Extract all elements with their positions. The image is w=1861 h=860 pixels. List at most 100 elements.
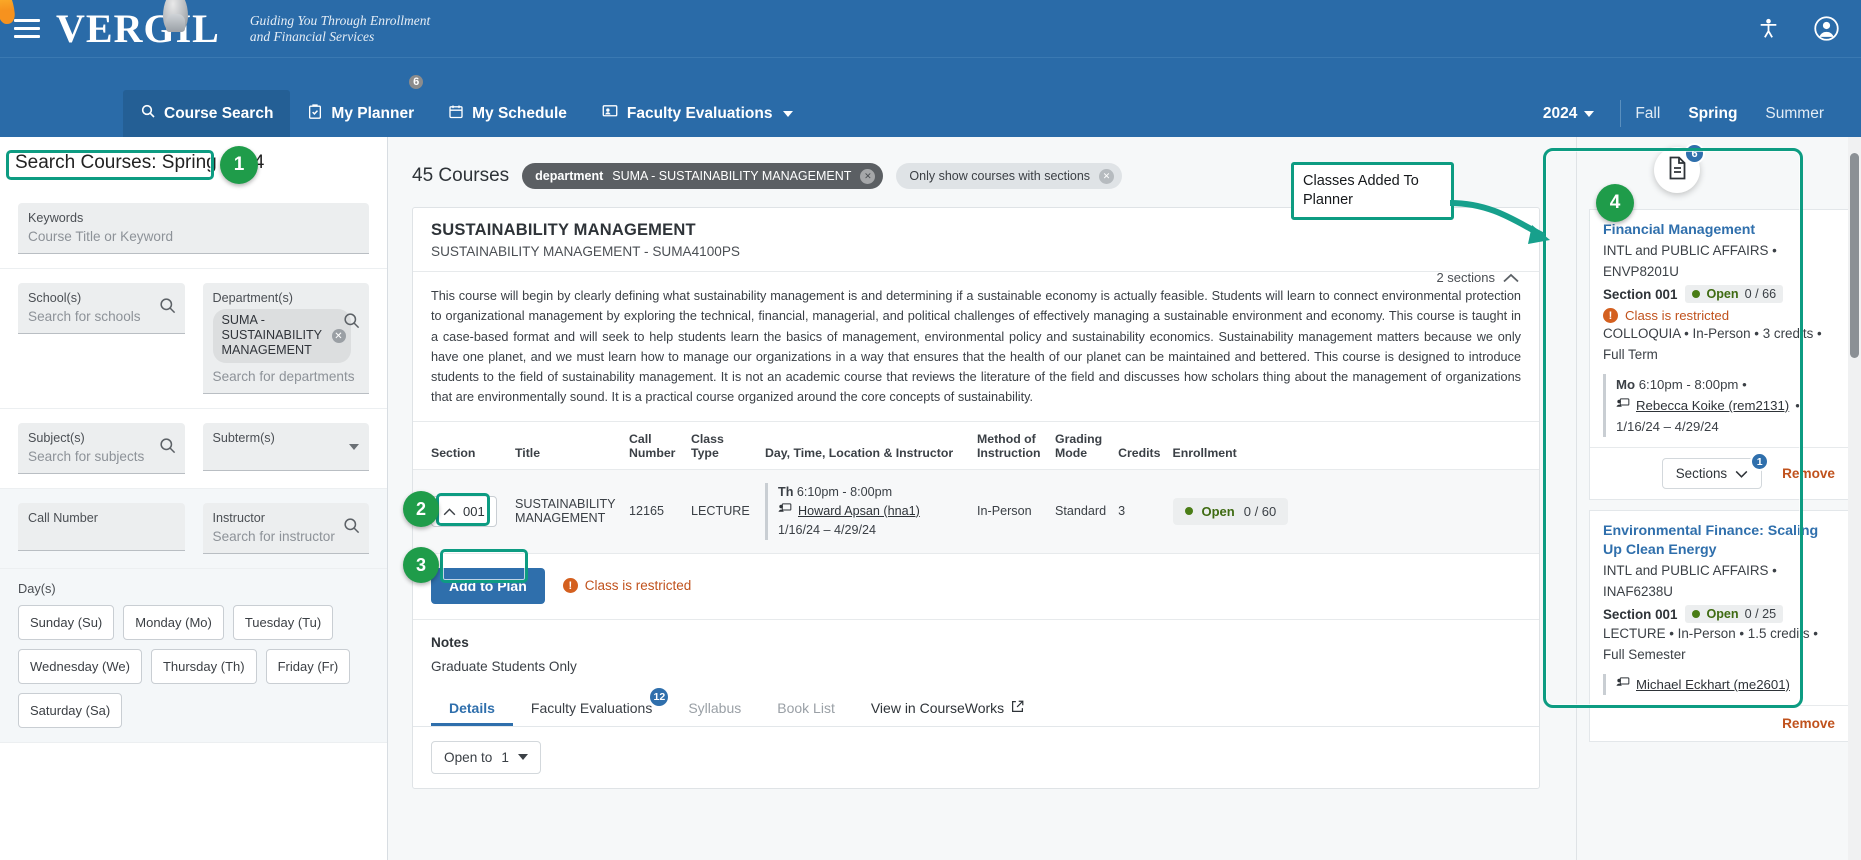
filter-panel: Keywords Course Title or Keyword School(… bbox=[0, 189, 387, 743]
tab-details[interactable]: Details bbox=[431, 692, 513, 726]
enrollment-count: 0 / 60 bbox=[1243, 503, 1277, 519]
term-fall[interactable]: Fall bbox=[1621, 105, 1674, 123]
planner-section-row: Section 001 Open 0 / 25 bbox=[1603, 605, 1835, 623]
clipboard-check-icon bbox=[307, 103, 323, 125]
user-account-icon[interactable] bbox=[1811, 14, 1841, 44]
results-header: 45 Courses department SUMA - SUSTAINABIL… bbox=[412, 159, 1540, 193]
nav-item-course-search[interactable]: Course Search bbox=[123, 90, 291, 137]
department-chip[interactable]: SUMA - SUSTAINABILITY MANAGEMENT ✕ bbox=[212, 309, 351, 363]
planner-course-attributes: LECTURE • In-Person • 1.5 credits • bbox=[1603, 626, 1818, 641]
planner-course-title[interactable]: Environmental Finance: Scaling Up Clean … bbox=[1603, 522, 1835, 560]
filter-pill-department[interactable]: department SUMA - SUSTAINABILITY MANAGEM… bbox=[522, 163, 884, 189]
meeting-days: Th bbox=[778, 484, 794, 499]
filter-pill-key: department bbox=[535, 169, 604, 183]
keywords-input[interactable]: Keywords Course Title or Keyword bbox=[18, 203, 369, 254]
close-icon[interactable]: ✕ bbox=[1099, 168, 1115, 184]
search-icon bbox=[140, 103, 156, 124]
tab-syllabus[interactable]: Syllabus bbox=[670, 692, 759, 726]
day-option-wednesday[interactable]: Wednesday (We) bbox=[18, 649, 142, 684]
section-toggle-button[interactable]: 001 bbox=[431, 495, 497, 527]
filter-pill-value: Only show courses with sections bbox=[909, 169, 1091, 183]
main-navigation: Course Search My Planner 6 My Schedule F… bbox=[0, 57, 1861, 137]
term-summer[interactable]: Summer bbox=[1751, 105, 1838, 123]
instructor-line: Howard Apsan (hna1) bbox=[778, 502, 920, 521]
planner-course-term: Full Semester bbox=[1603, 647, 1686, 662]
term-spring[interactable]: Spring bbox=[1674, 105, 1751, 123]
planner-section-row: Section 001 Open 0 / 66 bbox=[1603, 285, 1835, 303]
planner-scrollbar-thumb[interactable] bbox=[1850, 153, 1859, 358]
bust-statue-icon bbox=[163, 0, 188, 32]
planner-items-badge: 6 bbox=[1684, 143, 1705, 164]
course-subtitle: SUSTAINABILITY MANAGEMENT - SUMA4100PS bbox=[431, 244, 740, 259]
day-option-saturday[interactable]: Saturday (Sa) bbox=[18, 693, 123, 728]
day-option-tuesday[interactable]: Tuesday (Tu) bbox=[232, 605, 334, 640]
instructor-input[interactable]: Instructor Search for instructor bbox=[202, 503, 369, 554]
filter-pill-with-sections[interactable]: Only show courses with sections ✕ bbox=[896, 163, 1123, 189]
nav-item-my-planner[interactable]: My Planner 6 bbox=[290, 73, 431, 137]
add-to-plan-button[interactable]: Add to Plan bbox=[431, 567, 545, 604]
search-icon[interactable] bbox=[158, 296, 177, 320]
close-icon[interactable]: ✕ bbox=[860, 168, 876, 184]
nav-item-my-schedule[interactable]: My Schedule bbox=[431, 90, 584, 137]
planner-scrollbar-track[interactable] bbox=[1848, 137, 1861, 860]
search-icon[interactable] bbox=[342, 516, 361, 540]
planner-course-department: INTL and PUBLIC AFFAIRS • bbox=[1603, 243, 1777, 258]
vergil-logo[interactable]: VERGIL bbox=[0, 0, 220, 57]
tab-view-in-courseworks[interactable]: View in CourseWorks bbox=[853, 692, 1042, 726]
accessibility-icon[interactable] bbox=[1753, 14, 1783, 44]
day-option-friday[interactable]: Friday (Fr) bbox=[265, 649, 351, 684]
day-option-sunday[interactable]: Sunday (Su) bbox=[18, 605, 115, 640]
cell-enrollment: Open 0 / 60 bbox=[1166, 468, 1539, 554]
departments-input[interactable]: Department(s) SUMA - SUSTAINABILITY MANA… bbox=[202, 283, 369, 394]
search-icon[interactable] bbox=[158, 436, 177, 460]
search-icon[interactable] bbox=[342, 311, 361, 335]
call-number-input[interactable]: Call Number bbox=[18, 503, 185, 551]
planner-restricted-text: Class is restricted bbox=[1625, 308, 1730, 323]
info-exclamation-icon: ! bbox=[1603, 308, 1618, 323]
schools-input[interactable]: School(s) Search for schools bbox=[18, 283, 185, 334]
planner-remove-button[interactable]: Remove bbox=[1782, 716, 1835, 731]
schools-placeholder: Search for schools bbox=[28, 309, 141, 324]
tab-faculty-evaluations[interactable]: Faculty Evaluations 12 bbox=[513, 687, 670, 726]
chevron-down-icon bbox=[783, 110, 794, 117]
planner-header: 6 bbox=[1577, 137, 1861, 209]
tab-book-list[interactable]: Book List bbox=[759, 692, 853, 726]
status-dot-icon bbox=[1692, 610, 1701, 618]
planner-instructor-link[interactable]: Michael Eckhart (me2601) bbox=[1636, 674, 1790, 695]
day-option-thursday[interactable]: Thursday (Th) bbox=[150, 649, 257, 684]
call-number-label: Call Number bbox=[28, 511, 98, 525]
year-dropdown[interactable]: 2024 bbox=[1543, 100, 1622, 127]
subjects-input[interactable]: Subject(s) Search for subjects bbox=[18, 423, 185, 474]
schools-label: School(s) bbox=[28, 291, 82, 305]
tagline-line-2: and Financial Services bbox=[249, 28, 375, 44]
planner-sections-button[interactable]: Sections 1 bbox=[1661, 452, 1770, 489]
planner-meeting-info: Mo 6:10pm - 8:00pm • Rebecca Koike (rem2… bbox=[1603, 374, 1835, 437]
planner-course-title[interactable]: Financial Management bbox=[1603, 221, 1835, 240]
section-number: 001 bbox=[463, 503, 485, 519]
restricted-notice: ! Class is restricted bbox=[562, 578, 691, 594]
action-row: Add to Plan ! Class is restricted bbox=[413, 554, 1539, 620]
open-to-select[interactable]: Open to 1 bbox=[431, 740, 541, 774]
chevron-up-icon[interactable] bbox=[1503, 270, 1519, 288]
course-card: SUSTAINABILITY MANAGEMENT SUSTAINABILITY… bbox=[412, 207, 1540, 789]
filter-group-school-dept: School(s) Search for schools Department(… bbox=[0, 269, 387, 409]
planner-document-button[interactable]: 6 bbox=[1654, 143, 1705, 193]
instructor-link[interactable]: Howard Apsan (hna1) bbox=[798, 502, 920, 521]
planner-instructor-link[interactable]: Rebecca Koike (rem2131) bbox=[1636, 395, 1789, 416]
day-option-monday[interactable]: Monday (Mo) bbox=[123, 605, 224, 640]
col-method: Method of Instruction bbox=[971, 420, 1049, 470]
instructor-placeholder: Search for instructor bbox=[212, 529, 335, 544]
planner-remove-button[interactable]: Remove bbox=[1782, 466, 1835, 481]
filter-group-call-instructor: Call Number Instructor Search for instru… bbox=[0, 489, 387, 569]
chevron-down-icon[interactable] bbox=[349, 443, 359, 450]
sections-table: Section Title Call Number Class Type Day… bbox=[413, 420, 1539, 554]
planner-count-badge: 6 bbox=[407, 73, 426, 91]
hamburger-icon[interactable] bbox=[14, 18, 40, 40]
nav-item-faculty-evaluations[interactable]: Faculty Evaluations bbox=[584, 90, 811, 137]
col-enrollment: Enrollment bbox=[1166, 420, 1539, 470]
chevron-down-icon bbox=[1584, 110, 1595, 117]
meeting-info: Th 6:10pm - 8:00pm Howard Apsan (hna1) 1… bbox=[765, 482, 965, 540]
cell-credits: 3 bbox=[1112, 468, 1167, 554]
subterms-select[interactable]: Subterm(s) bbox=[202, 423, 369, 471]
planner-panel: 6 Financial Management INTL and PUBLIC A… bbox=[1576, 137, 1861, 860]
